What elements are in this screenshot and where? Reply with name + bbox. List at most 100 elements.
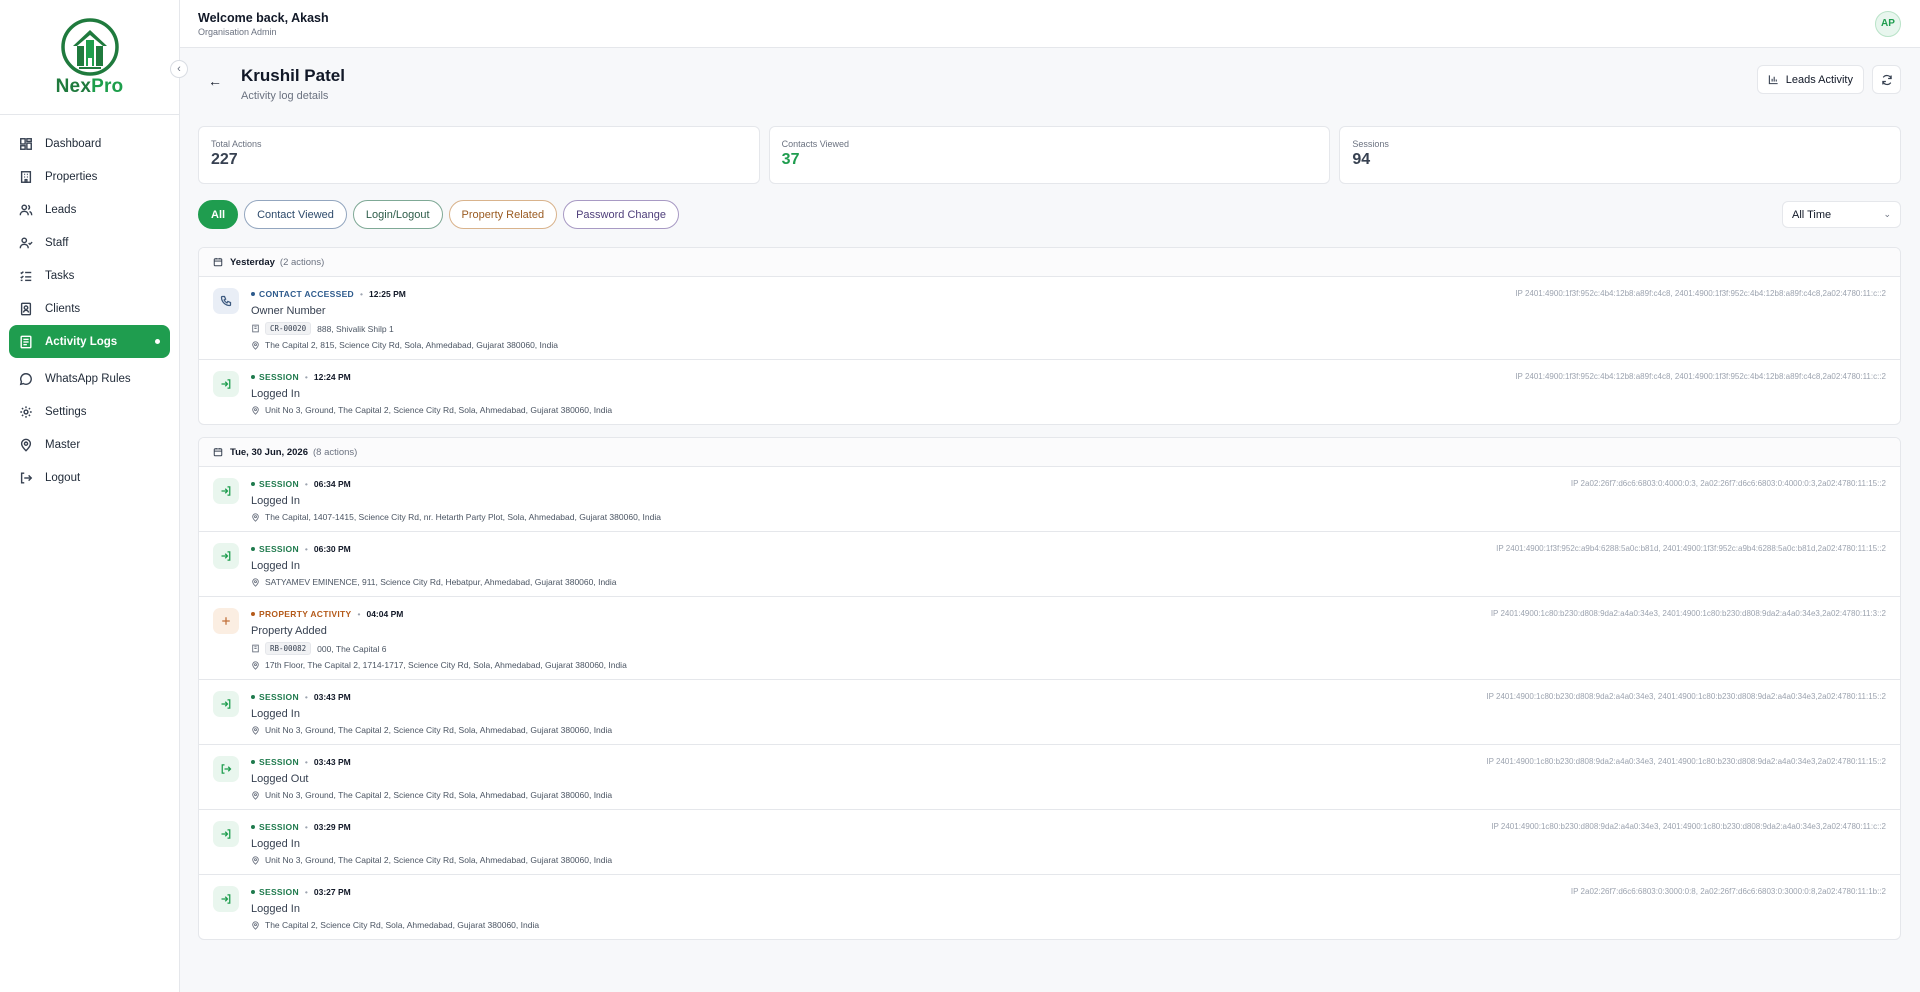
- activity-location: Unit No 3, Ground, The Capital 2, Scienc…: [251, 405, 1886, 415]
- filter-chip-login-logout[interactable]: Login/Logout: [352, 200, 443, 229]
- refresh-icon: [1881, 74, 1892, 85]
- map-pin-icon: [251, 340, 262, 350]
- stat-label: Total Actions: [211, 139, 262, 149]
- login-icon: [213, 371, 239, 397]
- user-check-icon: [19, 236, 33, 250]
- property-code[interactable]: CR-00020: [265, 322, 312, 335]
- location-text: Unit No 3, Ground, The Capital 2, Scienc…: [265, 725, 613, 735]
- sidebar-item-whatsapp-rules[interactable]: WhatsApp Rules: [9, 362, 170, 395]
- activity-location: Unit No 3, Ground, The Capital 2, Scienc…: [251, 725, 1886, 735]
- welcome-text: Welcome back, Akash: [198, 10, 329, 25]
- sidebar-item-label: Clients: [45, 302, 81, 315]
- property-reference: CR-00020 888, Shivalik Shilp 1: [251, 322, 1886, 335]
- activity-body: PROPERTY ACTIVITY • 04:04 PM Property Added…: [251, 608, 1886, 679]
- sidebar-item-clients[interactable]: Clients: [9, 292, 170, 325]
- time-range-select[interactable]: All Time ⌄: [1782, 201, 1901, 228]
- row-spacer: [251, 865, 1886, 874]
- property-detail: 888, Shivalik Shilp 1: [317, 323, 394, 334]
- avatar[interactable]: AP: [1875, 10, 1901, 37]
- activity-time: 03:27 PM: [313, 886, 351, 897]
- sidebar-item-staff[interactable]: Staff: [9, 226, 170, 259]
- page-subtitle: Activity log details: [241, 90, 329, 102]
- calendar-icon: [213, 447, 223, 457]
- login-icon: [213, 691, 239, 717]
- sidebar-item-label: Master: [45, 438, 81, 451]
- activity-title: Logged In: [251, 903, 300, 915]
- location-text: The Capital 2, Science City Rd, Sola, Ah…: [265, 920, 540, 930]
- refresh-button[interactable]: [1872, 65, 1901, 94]
- activity-row[interactable]: SESSION • 06:34 PM Logged In The Capital, 14…: [199, 467, 1900, 532]
- separator-dot: •: [304, 691, 308, 702]
- activity-row[interactable]: SESSION • 03:43 PM Logged Out Unit No 3, Gro…: [199, 745, 1900, 810]
- page-header: ← Krushil Patel Activity log details Lea…: [198, 64, 1901, 126]
- back-button[interactable]: ←: [204, 70, 226, 92]
- sidebar-item-master[interactable]: Master: [9, 428, 170, 461]
- activity-row[interactable]: PROPERTY ACTIVITY • 04:04 PM Property Added…: [199, 597, 1900, 680]
- logo-area: NexPro: [0, 0, 179, 115]
- phone-icon: [213, 288, 239, 314]
- activity-title: Owner Number: [251, 305, 326, 317]
- sidebar-item-properties[interactable]: Properties: [9, 160, 170, 193]
- active-indicator-dot: [155, 339, 160, 344]
- leads-activity-button[interactable]: Leads Activity: [1756, 65, 1864, 94]
- activity-row[interactable]: CONTACT ACCESSED • 12:25 PM Owner Number CR-…: [199, 277, 1900, 360]
- sidebar-item-tasks[interactable]: Tasks: [9, 259, 170, 292]
- filter-chip-contact-viewed[interactable]: Contact Viewed: [244, 200, 347, 229]
- map-pin-icon: [251, 855, 262, 865]
- filter-chip-property-related[interactable]: Property Related: [448, 200, 558, 229]
- activity-location: SATYAMEV EMINENCE, 911, Science City Rd,…: [251, 577, 1886, 587]
- separator-dot: •: [304, 371, 308, 382]
- filter-chip-all[interactable]: All: [198, 200, 239, 229]
- brand-logo[interactable]: NexPro: [45, 12, 135, 102]
- separator-dot: •: [357, 608, 361, 619]
- activity-row[interactable]: SESSION • 03:43 PM Logged In Unit No 3, Grou…: [199, 680, 1900, 745]
- ip-address: IP 2a02:26f7:d6c6:6803:0:4000:0:3, 2a02:…: [1570, 479, 1886, 488]
- activity-type-badge: SESSION: [251, 887, 299, 897]
- location-text: Unit No 3, Ground, The Capital 2, Scienc…: [265, 790, 613, 800]
- collapse-sidebar-button[interactable]: ‹: [170, 60, 188, 78]
- separator-dot: •: [304, 756, 308, 767]
- activity-row[interactable]: SESSION • 12:24 PM Logged In Unit No 3, Grou…: [199, 360, 1900, 424]
- separator-dot: •: [304, 821, 308, 832]
- activity-title: Logged In: [251, 560, 300, 572]
- property-code[interactable]: RB-00082: [265, 642, 312, 655]
- row-spacer: [251, 735, 1886, 744]
- location-text: The Capital 2, 815, Science City Rd, Sol…: [265, 340, 558, 350]
- row-spacer: [251, 800, 1886, 809]
- stat-label: Sessions: [1352, 139, 1389, 149]
- map-pin-icon: [251, 512, 262, 522]
- sidebar-item-settings[interactable]: Settings: [9, 395, 170, 428]
- activity-location: The Capital, 1407-1415, Science City Rd,…: [251, 512, 1886, 522]
- activity-row[interactable]: SESSION • 03:29 PM Logged In Unit No 3, Grou…: [199, 810, 1900, 875]
- row-spacer: [251, 522, 1886, 531]
- activity-row[interactable]: SESSION • 03:27 PM Logged In The Capital 2, …: [199, 875, 1900, 939]
- sidebar-item-logout[interactable]: Logout: [9, 461, 170, 494]
- row-spacer: [251, 415, 1886, 424]
- group-header: Tue, 30 Jun, 2026 (8 actions): [199, 438, 1900, 467]
- activity-type-badge: PROPERTY ACTIVITY: [251, 609, 351, 619]
- sidebar-item-activity-logs[interactable]: Activity Logs: [9, 325, 170, 358]
- location-text: Unit No 3, Ground, The Capital 2, Scienc…: [265, 855, 613, 865]
- ip-address: IP 2401:4900:1f3f:952c:4b4:12b8:a89f:c4c…: [1515, 372, 1886, 381]
- filter-bar: All Contact Viewed Login/Logout Property…: [198, 200, 1901, 229]
- topbar: Welcome back, Akash Organisation Admin A…: [180, 0, 1920, 48]
- activity-title: Logged In: [251, 838, 300, 850]
- activity-title: Logged In: [251, 495, 300, 507]
- activity-type-badge: SESSION: [251, 757, 299, 767]
- stat-value: 227: [211, 151, 238, 168]
- dashboard-icon: [19, 137, 33, 151]
- map-pin-icon: [251, 920, 262, 930]
- map-pin-icon: [251, 405, 262, 415]
- sidebar-item-leads[interactable]: Leads: [9, 193, 170, 226]
- sidebar-item-dashboard[interactable]: Dashboard: [9, 127, 170, 160]
- activity-type-badge: CONTACT ACCESSED: [251, 289, 354, 299]
- activity-time: 03:43 PM: [313, 691, 351, 702]
- sidebar-item-label: Settings: [45, 405, 87, 418]
- map-pin-icon: [251, 725, 262, 735]
- activity-row[interactable]: SESSION • 06:30 PM Logged In SATYAMEV EMINEN…: [199, 532, 1900, 597]
- separator-dot: •: [304, 543, 308, 554]
- brand-name: NexPro: [55, 76, 124, 97]
- filter-chip-password-change[interactable]: Password Change: [563, 200, 679, 229]
- page-title: Krushil Patel: [241, 66, 345, 85]
- activity-location: The Capital 2, Science City Rd, Sola, Ah…: [251, 920, 1886, 930]
